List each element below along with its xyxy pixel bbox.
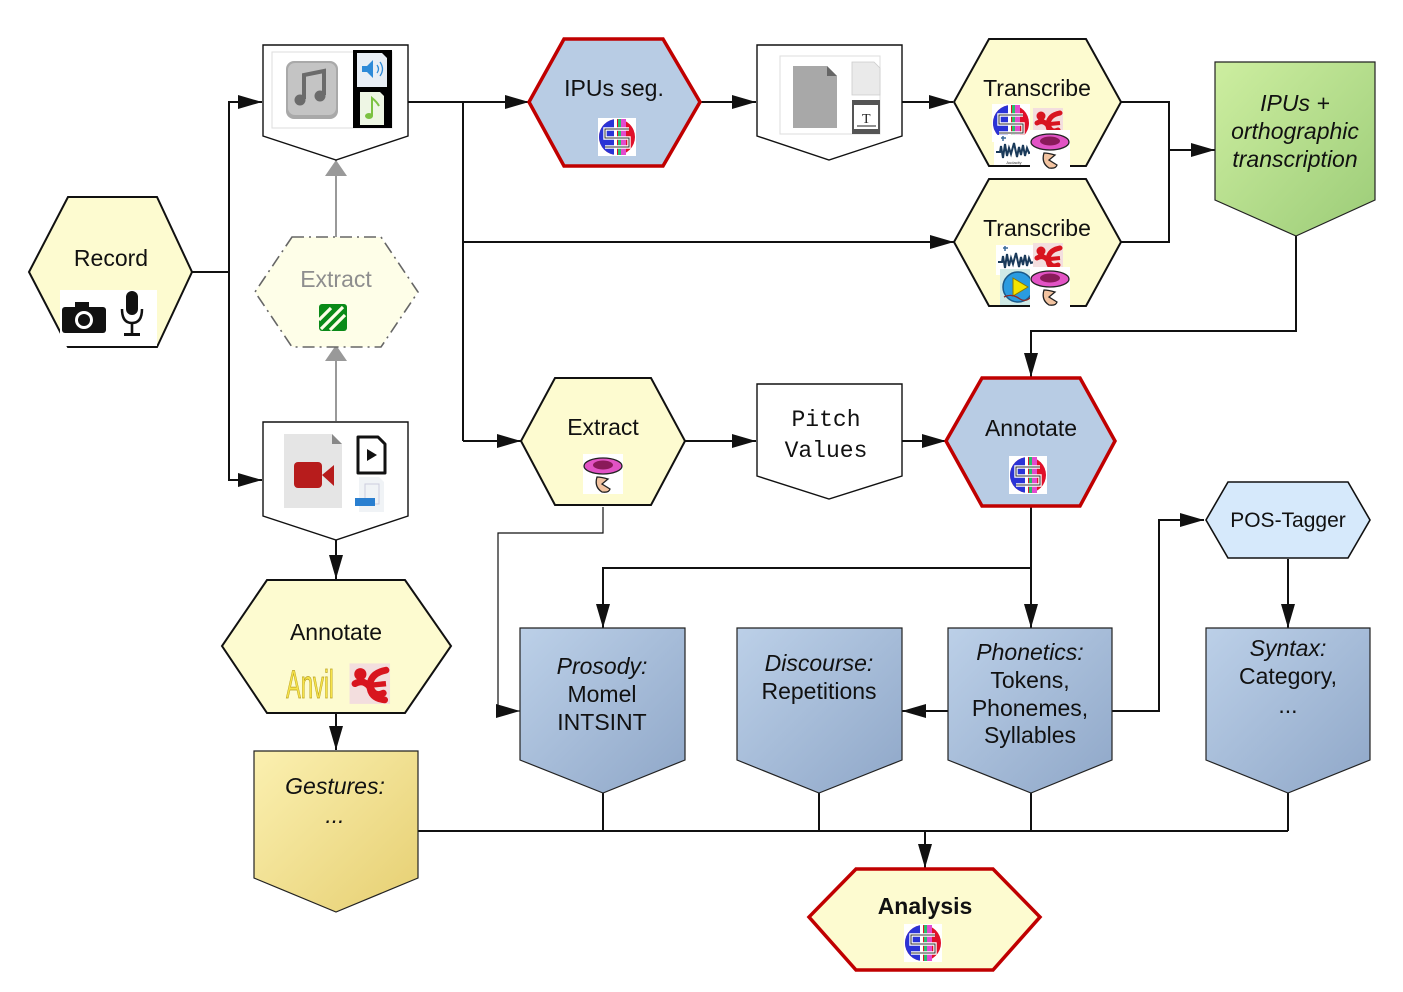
node-discourse[interactable]: Discourse: Repetitions [736, 627, 903, 794]
extract-audio-label: Extract [300, 266, 372, 292]
node-transcribe-1[interactable]: Transcribe [952, 38, 1123, 171]
node-audio-file[interactable] [262, 44, 409, 161]
pitch-values-line1: Pitch [791, 407, 860, 433]
edge-transcribe-merge [1121, 101, 1170, 243]
discourse-title: Discourse: [765, 650, 874, 676]
phonetics-line3: Syllables [984, 722, 1076, 748]
workflow-diagram: Audacity [27, 37, 1376, 972]
text-document-icon: T [852, 100, 880, 134]
node-analysis[interactable]: Analysis [806, 867, 1043, 972]
node-video-file[interactable] [262, 421, 409, 541]
ipus-ortho-line3: transcription [1232, 146, 1357, 172]
phonetics-title: Phonetics: [976, 639, 1083, 665]
node-pitch-values[interactable]: Pitch Values [756, 383, 903, 500]
syntax-title: Syntax: [1250, 635, 1327, 661]
sppas-icon [1007, 454, 1049, 496]
document-file-icon [793, 66, 837, 128]
annotate-gestures-label: Annotate [290, 619, 382, 645]
transcribe-2-label: Transcribe [983, 215, 1091, 241]
prosody-line1: Momel [567, 681, 636, 707]
edge-annotate-to-prosody [596, 567, 1031, 628]
svg-text:T: T [862, 112, 871, 127]
anvil-icon: Anvil [286, 662, 334, 707]
discourse-line1: Repetitions [761, 678, 876, 704]
record-label: Record [74, 245, 148, 271]
node-extract-audio[interactable]: Extract [254, 236, 419, 348]
node-text-file[interactable]: T [756, 44, 903, 161]
edge-phonetics-to-pos [1112, 513, 1204, 712]
blank-file-icon [851, 61, 881, 96]
ffmpeg-icon [317, 304, 347, 332]
node-record[interactable]: Record [27, 196, 194, 348]
node-annotate-gestures[interactable]: Annotate Anvil [220, 579, 453, 714]
node-extract-pitch[interactable]: Extract [519, 377, 687, 506]
music-file-icon [286, 61, 338, 119]
node-syntax[interactable]: Syntax: Category, ... [1205, 627, 1371, 794]
ipus-ortho-line2: orthographic [1231, 118, 1359, 144]
praat-icon [582, 453, 624, 495]
node-ipus-ortho[interactable]: IPUs + orthographic transcription [1214, 61, 1376, 237]
extract-pitch-label: Extract [567, 414, 639, 440]
phonetics-line1: Tokens, [990, 667, 1069, 693]
node-transcribe-2[interactable]: Transcribe [952, 178, 1123, 308]
elan-icon [350, 663, 391, 704]
node-annotate-sppas[interactable]: Annotate [943, 376, 1117, 508]
sppas-icon [902, 922, 944, 964]
syntax-line1: Category, [1239, 663, 1337, 689]
praat-icon [1029, 266, 1071, 308]
analysis-label: Analysis [878, 893, 973, 919]
phonetics-line2: Phonemes, [972, 695, 1088, 721]
gestures-title: Gestures: [285, 773, 385, 799]
node-pos-tagger[interactable]: POS-Tagger [1205, 481, 1371, 559]
video-file-icon [284, 434, 342, 508]
prosody-line2: INTSINT [557, 709, 646, 735]
ipus-ortho-line1: IPUs + [1260, 90, 1330, 116]
annotate-sppas-label: Annotate [985, 415, 1077, 441]
video-badge-file-icon [355, 477, 384, 512]
node-gestures[interactable]: Gestures: ... [253, 750, 419, 913]
node-ipus-seg[interactable]: IPUs seg. [527, 37, 703, 168]
audio-file-icon [357, 53, 387, 87]
edge-record-to-audio [228, 95, 262, 272]
pitch-values-line2: Values [785, 438, 868, 464]
sppas-icon [596, 116, 638, 158]
music-note-file-icon [360, 92, 384, 125]
transcribe-1-label: Transcribe [983, 75, 1091, 101]
pos-tagger-label: POS-Tagger [1230, 509, 1346, 532]
edge-record-to-video [228, 272, 262, 487]
ipus-seg-label: IPUs seg. [564, 75, 664, 101]
play-file-icon [356, 435, 387, 475]
prosody-title: Prosody: [557, 653, 648, 679]
gestures-line1: ... [325, 802, 344, 828]
node-prosody[interactable]: Prosody: Momel INTSINT [519, 627, 686, 794]
audacity-icon [993, 134, 1035, 166]
syntax-line2: ... [1278, 692, 1297, 718]
node-phonetics[interactable]: Phonetics: Tokens, Phonemes, Syllables [947, 627, 1113, 794]
praat-icon [1029, 129, 1071, 171]
